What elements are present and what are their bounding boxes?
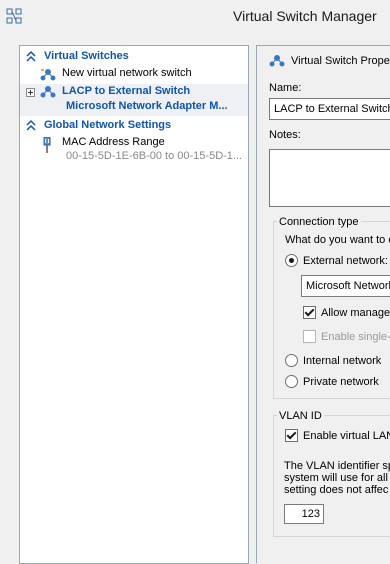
external-network-radio[interactable] bbox=[285, 254, 298, 267]
new-virtual-switch-item[interactable]: New virtual network switch bbox=[20, 67, 248, 83]
switch-icon bbox=[40, 86, 56, 98]
switch-properties-icon bbox=[269, 55, 285, 67]
private-network-label: Private network bbox=[303, 376, 379, 388]
external-network-label: External network: bbox=[303, 255, 388, 267]
panel-title: Virtual Switch Proper bbox=[291, 55, 390, 67]
single-root-io-label: Enable single-r bbox=[321, 331, 390, 343]
new-switch-label: New virtual network switch bbox=[62, 67, 192, 79]
title-bar: Virtual Switch Manager bbox=[0, 0, 390, 32]
notes-label: Notes: bbox=[269, 129, 301, 141]
collapse-chevron-icon[interactable] bbox=[26, 50, 36, 62]
switch-tree-pane: Virtual Switches New virtual network swi… bbox=[19, 45, 249, 564]
lacp-switch-item[interactable]: LACP to External Switch Microsoft Networ… bbox=[20, 84, 248, 116]
virtual-switches-label: Virtual Switches bbox=[44, 50, 129, 62]
name-input[interactable]: LACP to External Switch bbox=[269, 98, 390, 120]
notes-textarea[interactable] bbox=[269, 149, 390, 207]
private-network-radio[interactable] bbox=[285, 375, 298, 388]
name-label: Name: bbox=[269, 82, 302, 94]
app-icon bbox=[6, 8, 22, 24]
global-network-settings-header[interactable]: Global Network Settings bbox=[20, 118, 248, 134]
internal-network-radio[interactable] bbox=[285, 354, 298, 367]
connection-question: What do you want to c bbox=[285, 234, 390, 246]
switch-properties-pane: Virtual Switch Proper Name: LACP to Exte… bbox=[256, 45, 390, 563]
enable-vlan-checkbox[interactable] bbox=[285, 429, 298, 442]
vlan-description-line-1: The VLAN identifier spe bbox=[284, 460, 390, 472]
internal-network-label: Internal network bbox=[303, 355, 382, 367]
mac-address-label: MAC Address Range bbox=[62, 136, 165, 148]
vlan-id-label: VLAN ID bbox=[277, 410, 324, 422]
external-adapter-value: Microsoft Network bbox=[306, 280, 390, 292]
external-adapter-dropdown[interactable]: Microsoft Network bbox=[301, 275, 390, 297]
lacp-switch-name: LACP to External Switch bbox=[62, 85, 191, 97]
new-switch-icon bbox=[40, 68, 56, 81]
vlan-id-input[interactable]: 123 bbox=[284, 504, 324, 524]
vlan-description-line-3: setting does not affec bbox=[284, 484, 389, 496]
vlan-id-value: 123 bbox=[301, 508, 320, 520]
vlan-description-line-2: system will use for all n bbox=[284, 472, 390, 484]
network-cable-icon bbox=[43, 137, 51, 153]
mac-address-range: 00-15-5D-1E-6B-00 to 00-15-5D-1... bbox=[66, 150, 243, 162]
collapse-chevron-icon[interactable] bbox=[26, 119, 36, 131]
allow-management-label: Allow managem bbox=[321, 307, 390, 319]
name-value: LACP to External Switch bbox=[274, 103, 390, 115]
lacp-switch-adapter: Microsoft Network Adapter M... bbox=[66, 100, 228, 112]
connection-type-label: Connection type bbox=[277, 216, 361, 228]
virtual-switches-header[interactable]: Virtual Switches bbox=[20, 49, 248, 65]
allow-management-checkbox[interactable] bbox=[303, 306, 316, 319]
enable-vlan-label: Enable virtual LAN bbox=[303, 430, 390, 442]
window-title: Virtual Switch Manager bbox=[233, 8, 377, 24]
expand-icon[interactable] bbox=[26, 88, 35, 97]
global-network-settings-label: Global Network Settings bbox=[44, 119, 172, 131]
single-root-io-checkbox[interactable] bbox=[303, 330, 316, 343]
mac-address-range-item[interactable]: MAC Address Range 00-15-5D-1E-6B-00 to 0… bbox=[20, 136, 248, 168]
